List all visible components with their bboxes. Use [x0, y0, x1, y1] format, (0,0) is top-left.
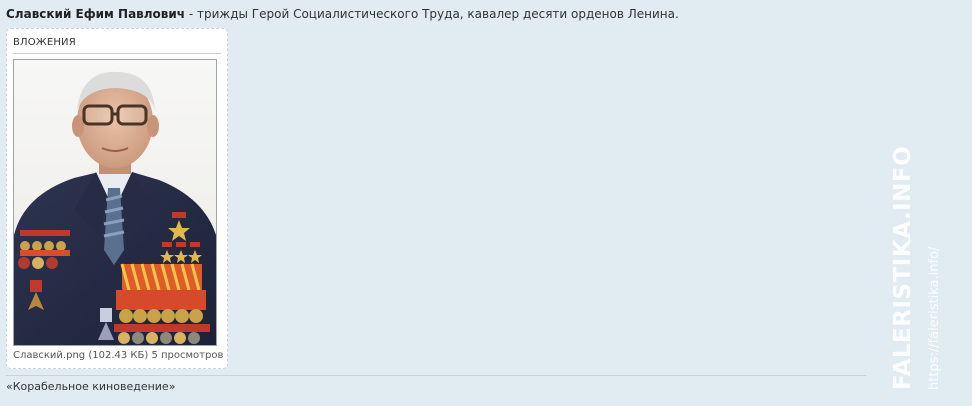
attachment-caption: Славский.png (102.43 КБ) 5 просмотров — [13, 350, 223, 361]
post-description: - трижды Герой Социалистического Труда, … — [185, 7, 679, 21]
attachments-heading: ВЛОЖЕНИЯ — [13, 37, 76, 48]
attachment-filesize: (102.43 КБ) — [88, 350, 149, 361]
post-author-name: Славский Ефим Павлович — [6, 7, 186, 21]
attachment-box: ВЛОЖЕНИЯ Славский.png (102.43 КБ) 5 прос… — [6, 28, 228, 369]
attachment-filename[interactable]: Славский.png — [13, 350, 85, 361]
watermark-main: FALERISTIKA.INFO — [890, 145, 916, 390]
attachment-image[interactable] — [13, 59, 217, 346]
post-text: Славский Ефим Павлович - трижды Герой Со… — [6, 6, 679, 22]
signature-link[interactable]: «Корабельное киноведение» — [6, 380, 175, 393]
signature-divider — [6, 375, 866, 376]
attachment-views: 5 просмотров — [151, 350, 224, 361]
watermark: FALERISTIKA.INFO https://faleristika.inf… — [888, 146, 948, 390]
watermark-url: https://faleristika.info/ — [927, 246, 942, 390]
attachments-divider — [13, 53, 221, 54]
portrait-photo — [14, 60, 216, 345]
